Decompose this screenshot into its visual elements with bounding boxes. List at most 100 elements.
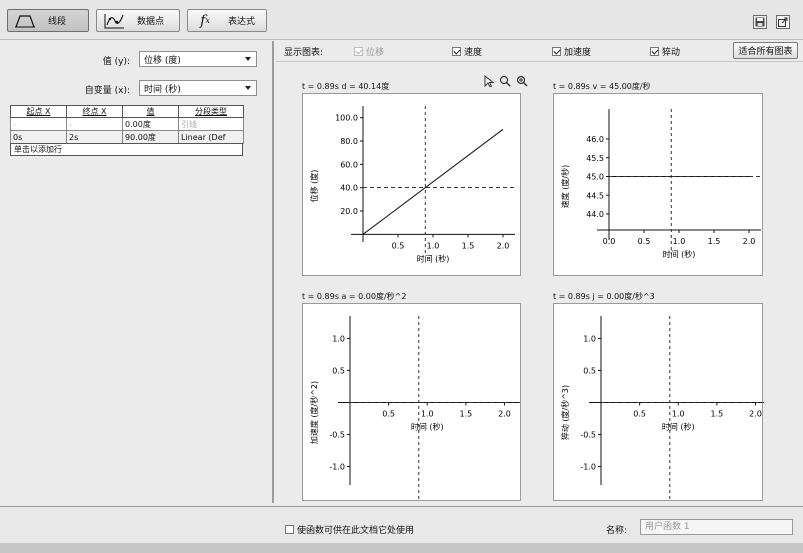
y-tick-label: -1.0	[329, 463, 345, 472]
checkbox-displacement-box	[354, 47, 363, 56]
table-header-row: 起点 X 终点 X 值 分段类型	[10, 105, 244, 118]
table-cell[interactable]: 引线	[178, 117, 244, 131]
segments-table: 起点 X 终点 X 值 分段类型 - - 0.00度 引线 0s 2s 90.0…	[10, 105, 244, 144]
y-tick-label: 44.0	[586, 210, 604, 219]
x-tick-label: 2.0	[498, 410, 511, 419]
chart-velocity-svg: 44.0 44.5 45.0 45.5 46.0 0.0 0.5 1.0 1.5 2.0 时间 (秒…	[560, 109, 763, 259]
column-header[interactable]: 起点 X	[10, 105, 67, 118]
x-axis-label: 时间 (秒)	[411, 422, 444, 432]
x-tick-label: 0.5	[382, 410, 395, 419]
fit-all-charts-button[interactable]: 适合所有图表	[733, 42, 798, 59]
checkbox-jerk-box[interactable]	[650, 47, 659, 56]
x-tick-label: 1.0	[673, 237, 686, 246]
segment-mode-button[interactable]: 线段	[7, 9, 89, 32]
share-function-box[interactable]	[285, 525, 294, 534]
y-tick-label: 0.5	[583, 366, 596, 375]
y-axis-label: 加速度 (度/秒^2)	[309, 381, 319, 444]
save-icon[interactable]	[753, 15, 767, 29]
table-cell[interactable]: 2s	[66, 130, 123, 144]
column-header[interactable]: 终点 X	[66, 105, 123, 118]
expression-button[interactable]: fx 表达式	[187, 9, 267, 32]
value-select-text: 位移 (度)	[144, 55, 181, 66]
share-function-checkbox[interactable]: 使函数可供在此文档它处使用	[285, 523, 414, 536]
name-input[interactable]: 用户函数 1	[640, 519, 793, 535]
series-line	[362, 128, 504, 235]
table-cell[interactable]: Linear (Def	[178, 130, 244, 144]
y-tick-label: 20.0	[340, 207, 358, 216]
y-axis-label: 位移 (度)	[309, 170, 319, 203]
x-axis-label: 时间 (秒)	[417, 253, 450, 263]
x-axis-label: 时间 (秒)	[663, 249, 696, 259]
data-points-icon	[101, 12, 127, 29]
chart-displacement[interactable]: 20.0 40.0 60.0 80.0 100.0 0.5 1.0 1.5 2.0 时间 (秒) 位…	[302, 93, 521, 276]
chart-readout-displacement: t = 0.89s d = 40.14度	[302, 82, 390, 91]
data-points-label: 数据点	[137, 17, 165, 27]
y-tick-label: 40.0	[340, 184, 358, 193]
add-row-hint[interactable]: 单击以添加行	[10, 143, 243, 156]
data-points-button[interactable]: 数据点	[96, 9, 180, 32]
checkbox-velocity-box[interactable]	[452, 47, 461, 56]
chevron-down-icon	[245, 86, 251, 90]
zoom-in-icon[interactable]	[516, 75, 528, 87]
segment-curve-icon	[12, 12, 38, 29]
segment-mode-label: 线段	[48, 17, 67, 27]
y-tick-label: 100.0	[335, 114, 358, 123]
value-field-label: 值 (y):	[102, 57, 130, 67]
chart-jerk[interactable]: -1.0 -0.5 0.5 1.0 0.5 1.0 1.5 2.0 时间 (秒) 猝动 (度/秒^…	[553, 303, 764, 501]
checkbox-acceleration-box[interactable]	[552, 47, 561, 56]
table-row[interactable]: 0s 2s 90.00度 Linear (Def	[10, 130, 244, 144]
chart-velocity[interactable]: 44.0 44.5 45.0 45.5 46.0 0.0 0.5 1.0 1.5 2.0 时间 (秒…	[553, 93, 763, 276]
function-fx-icon: fx	[200, 12, 210, 29]
checkbox-velocity[interactable]: 速度	[452, 45, 482, 58]
y-tick-label: 46.0	[586, 135, 604, 144]
value-select[interactable]: 位移 (度)	[139, 51, 257, 67]
toolbar: 线段 数据点 fx 表达式	[0, 0, 803, 40]
name-label: 名称:	[606, 526, 628, 536]
indep-select[interactable]: 时间 (秒)	[139, 80, 257, 96]
chart-readout-jerk: t = 0.89s j = 0.00度/秒^3	[553, 292, 655, 301]
x-axis-label: 时间 (秒)	[662, 422, 695, 432]
table-cell[interactable]: 90.00度	[122, 130, 179, 144]
checkbox-velocity-label: 速度	[464, 48, 483, 58]
checkbox-acceleration-label: 加速度	[564, 48, 592, 58]
y-tick-label: -1.0	[580, 463, 596, 472]
checkbox-jerk[interactable]: 猝动	[650, 45, 680, 58]
column-header[interactable]: 值	[122, 105, 179, 118]
chart-readout-velocity: t = 0.89s v = 45.00度/秒	[553, 82, 651, 91]
checkbox-acceleration[interactable]: 加速度	[552, 45, 591, 58]
x-tick-label: 0.5	[638, 237, 651, 246]
zoom-icon[interactable]	[499, 75, 511, 87]
y-tick-label: 0.5	[332, 366, 345, 375]
status-strip	[0, 543, 803, 553]
header-divider	[276, 61, 803, 62]
panel-divider[interactable]	[272, 41, 274, 503]
x-tick-label: 1.0	[672, 410, 685, 419]
chart-acceleration[interactable]: -1.0 -0.5 0.5 1.0 0.5 1.0 1.5 2.0 时间 (秒) 加速度 (度/秒…	[302, 303, 521, 501]
table-cell[interactable]: 0.00度	[122, 117, 179, 131]
y-axis-label: 速度 (度/秒)	[560, 165, 570, 208]
table-row[interactable]: - - 0.00度 引线	[10, 117, 244, 131]
x-tick-label: 0.0	[603, 237, 616, 246]
table-cell[interactable]: -	[10, 117, 67, 131]
x-tick-label: 1.5	[462, 241, 475, 250]
table-cell[interactable]: -	[66, 117, 123, 131]
chart-readout-acceleration: t = 0.89s a = 0.00度/秒^2	[302, 292, 407, 301]
chart-acceleration-svg: -1.0 -0.5 0.5 1.0 0.5 1.0 1.5 2.0 时间 (秒) 加速度 (度/秒…	[309, 316, 520, 499]
x-tick-label: 1.0	[427, 241, 440, 250]
table-cell[interactable]: 0s	[10, 130, 67, 144]
export-icon[interactable]	[776, 15, 790, 29]
x-tick-label: 0.5	[633, 410, 646, 419]
indep-field-label: 自变量 (x):	[84, 86, 130, 96]
indep-select-text: 时间 (秒)	[144, 84, 181, 95]
segment-editor-panel: 值 (y): 位移 (度) 自变量 (x): 时间 (秒) 起点 X 终点 X …	[0, 41, 272, 503]
pointer-icon[interactable]	[483, 75, 494, 87]
expression-label: 表达式	[228, 17, 256, 27]
column-header[interactable]: 分段类型	[178, 105, 244, 118]
x-tick-label: 1.0	[421, 410, 434, 419]
checkbox-jerk-label: 猝动	[662, 48, 681, 58]
y-tick-label: 60.0	[340, 160, 358, 169]
checkbox-displacement-label: 位移	[366, 48, 385, 58]
y-tick-label: 80.0	[340, 137, 358, 146]
y-tick-label: 45.0	[586, 173, 604, 182]
show-charts-label: 显示图表:	[284, 48, 324, 58]
